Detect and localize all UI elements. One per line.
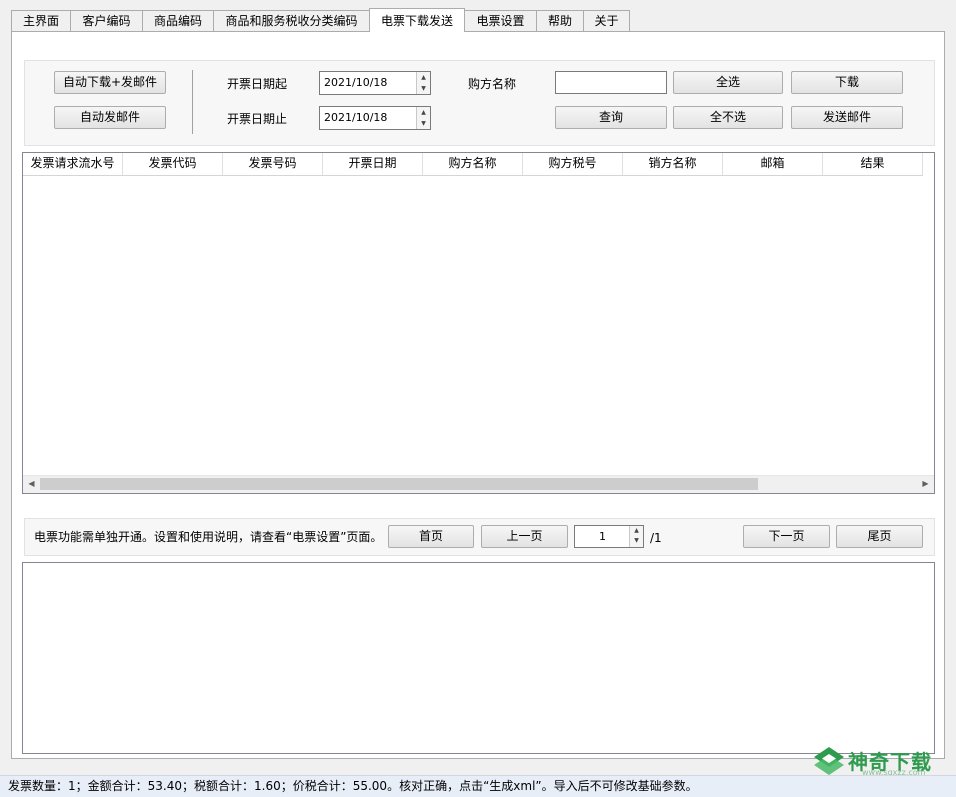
column-header[interactable]: 结果 bbox=[823, 153, 923, 175]
tab-help[interactable]: 帮助 bbox=[536, 10, 584, 32]
column-header[interactable]: 邮箱 bbox=[723, 153, 823, 175]
first-page-button[interactable]: 首页 bbox=[388, 525, 474, 548]
last-page-button[interactable]: 尾页 bbox=[836, 525, 923, 548]
buyer-name-input[interactable] bbox=[555, 71, 667, 94]
date-start-value: 2021/10/18 bbox=[324, 76, 388, 89]
select-all-button[interactable]: 全选 bbox=[673, 71, 783, 94]
grid-header: 发票请求流水号 发票代码 发票号码 开票日期 购方名称 购方税号 销方名称 邮箱… bbox=[23, 153, 923, 176]
column-header[interactable]: 购方名称 bbox=[423, 153, 523, 175]
scroll-thumb[interactable] bbox=[40, 478, 758, 490]
spin-up-icon[interactable]: ▲ bbox=[630, 526, 643, 536]
tab-product-code[interactable]: 商品编码 bbox=[142, 10, 214, 32]
spin-up-icon[interactable]: ▲ bbox=[417, 107, 430, 118]
tab-label: 电票设置 bbox=[476, 14, 525, 28]
deselect-all-button[interactable]: 全不选 bbox=[673, 106, 783, 129]
tab-label: 商品编码 bbox=[153, 14, 202, 28]
date-end-value: 2021/10/18 bbox=[324, 111, 388, 124]
next-page-button[interactable]: 下一页 bbox=[743, 525, 830, 548]
date-start-picker[interactable]: 2021/10/18 ▲ ▼ bbox=[319, 71, 431, 95]
scroll-left-icon[interactable]: ◀ bbox=[23, 476, 40, 492]
column-header[interactable]: 购方税号 bbox=[523, 153, 623, 175]
tab-e-invoice-settings[interactable]: 电票设置 bbox=[464, 10, 537, 32]
date-end-label: 开票日期止 bbox=[227, 112, 288, 126]
tab-tax-category-code[interactable]: 商品和服务税收分类编码 bbox=[213, 10, 370, 32]
page-total: /1 bbox=[650, 531, 662, 545]
column-header[interactable]: 发票请求流水号 bbox=[23, 153, 123, 175]
tab-e-invoice-download-send[interactable]: 电票下载发送 bbox=[369, 8, 465, 32]
horizontal-scrollbar[interactable]: ◀ ▶ bbox=[23, 475, 934, 493]
date-end-spinner[interactable]: ▲ ▼ bbox=[416, 107, 430, 129]
auto-email-button[interactable]: 自动发邮件 bbox=[54, 106, 166, 129]
divider bbox=[192, 70, 193, 134]
tab-label: 电票下载发送 bbox=[380, 14, 453, 28]
spin-down-icon[interactable]: ▼ bbox=[417, 83, 430, 94]
page-number-value: 1 bbox=[599, 530, 606, 543]
prev-page-button[interactable]: 上一页 bbox=[481, 525, 568, 548]
spin-up-icon[interactable]: ▲ bbox=[417, 72, 430, 83]
spin-down-icon[interactable]: ▼ bbox=[417, 118, 430, 129]
spin-down-icon[interactable]: ▼ bbox=[630, 536, 643, 546]
e-invoice-note: 电票功能需单独开通。设置和使用说明，请查看“电票设置”页面。 bbox=[34, 530, 383, 544]
scroll-right-icon[interactable]: ▶ bbox=[917, 476, 934, 492]
watermark-logo: 神奇下载 www.sqxzz.com bbox=[812, 745, 952, 779]
buyer-name-label: 购方名称 bbox=[468, 77, 517, 91]
download-button[interactable]: 下载 bbox=[791, 71, 903, 94]
page-number-stepper[interactable]: 1 ▲ ▼ bbox=[574, 525, 644, 548]
send-email-button[interactable]: 发送邮件 bbox=[791, 106, 903, 129]
tab-label: 商品和服务税收分类编码 bbox=[225, 14, 358, 28]
brand-logo-icon bbox=[814, 747, 844, 775]
status-bar: 发票数量：1；金额合计：53.40；税额合计：1.60；价税合计：55.00。核… bbox=[0, 775, 956, 797]
tab-customer-code[interactable]: 客户编码 bbox=[70, 10, 143, 32]
tab-label: 帮助 bbox=[547, 14, 572, 28]
tab-about[interactable]: 关于 bbox=[583, 10, 630, 32]
tab-label: 关于 bbox=[594, 14, 619, 28]
column-header[interactable]: 销方名称 bbox=[623, 153, 723, 175]
date-start-label: 开票日期起 bbox=[227, 77, 288, 91]
auto-download-email-button[interactable]: 自动下载+发邮件 bbox=[54, 71, 166, 94]
page-spinner[interactable]: ▲ ▼ bbox=[629, 526, 643, 547]
date-start-spinner[interactable]: ▲ ▼ bbox=[416, 72, 430, 94]
tab-label: 客户编码 bbox=[82, 14, 131, 28]
status-text: 发票数量：1；金额合计：53.40；税额合计：1.60；价税合计：55.00。核… bbox=[8, 779, 698, 793]
invoice-grid[interactable]: 发票请求流水号 发票代码 发票号码 开票日期 购方名称 购方税号 销方名称 邮箱… bbox=[22, 152, 935, 494]
date-end-picker[interactable]: 2021/10/18 ▲ ▼ bbox=[319, 106, 431, 130]
column-header[interactable]: 发票号码 bbox=[223, 153, 323, 175]
tab-bar: 主界面 客户编码 商品编码 商品和服务税收分类编码 电票下载发送 电票设置 帮助… bbox=[11, 8, 630, 32]
query-button[interactable]: 查询 bbox=[555, 106, 667, 129]
tab-label: 主界面 bbox=[22, 14, 59, 28]
tab-main[interactable]: 主界面 bbox=[11, 10, 71, 32]
column-header[interactable]: 开票日期 bbox=[323, 153, 423, 175]
column-header[interactable]: 发票代码 bbox=[123, 153, 223, 175]
log-textarea[interactable] bbox=[22, 562, 935, 754]
